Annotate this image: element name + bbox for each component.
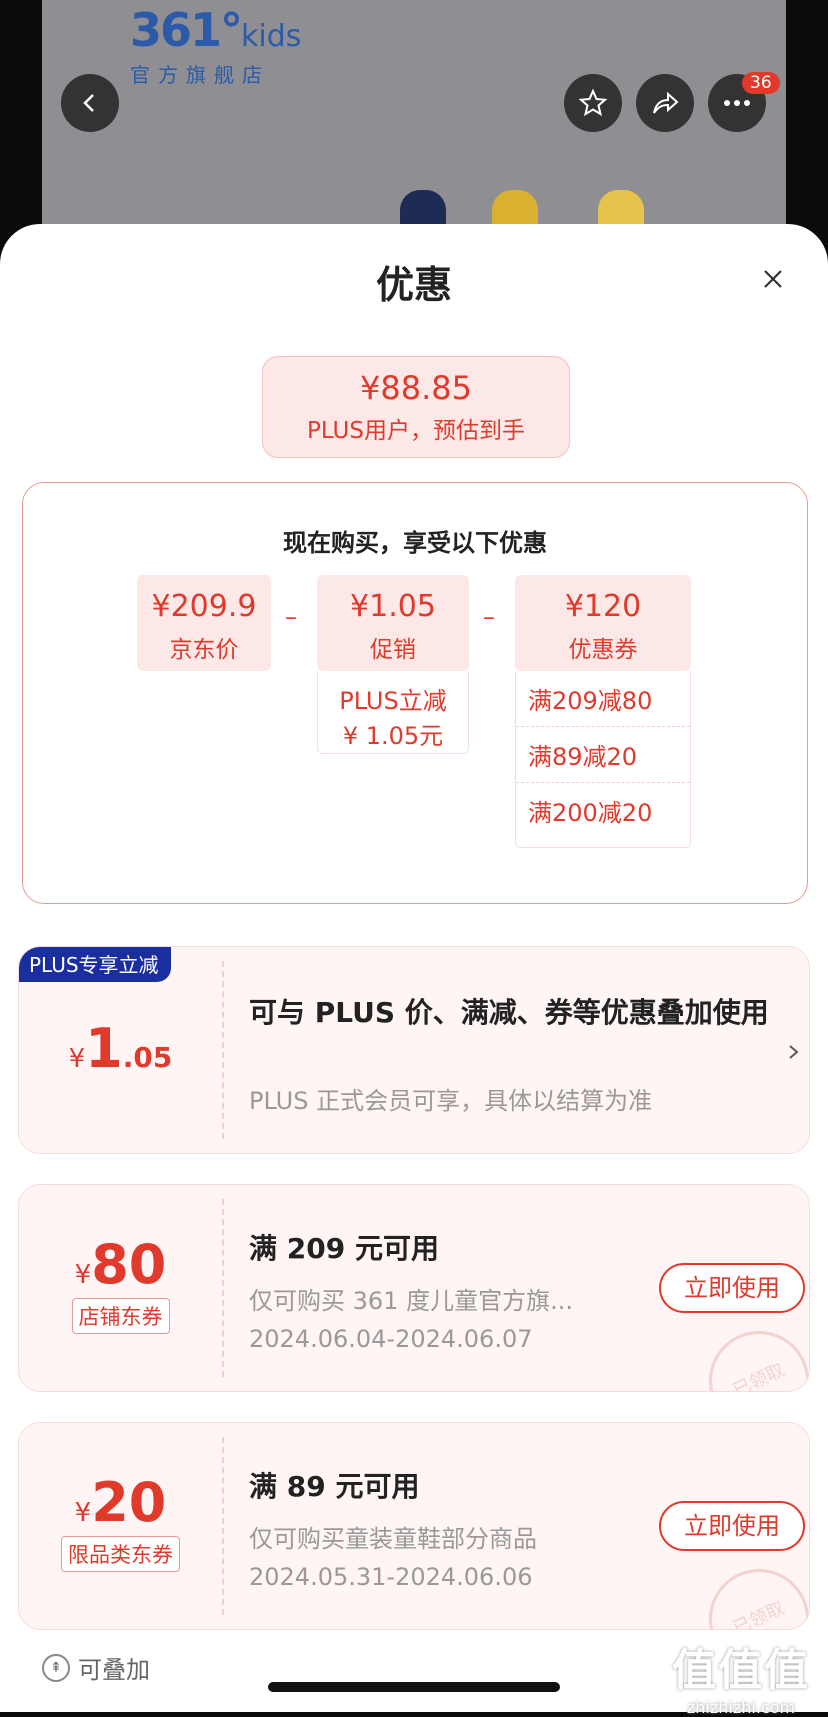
coupon-card: ¥80 店铺东券 满 209 元可用 仅可购买 361 度儿童官方旗... 20… [18,1184,810,1392]
currency-symbol: ¥ [68,1044,86,1074]
coupon-validity: 2024.06.04-2024.06.07 [249,1325,533,1353]
breakdown-heading: 现在购买，享受以下优惠 [283,529,547,557]
card-divider [222,1437,224,1615]
coupon-amount: ¥20 限品类东券 [19,1471,222,1572]
coupon-scope: 仅可购买 361 度儿童官方旗... [249,1287,573,1315]
use-now-button[interactable]: 立即使用 [659,1501,805,1551]
watermark-url: zhizhizhi.com [686,1698,796,1717]
back-button[interactable] [61,74,119,132]
coupon-tile: ¥120 优惠券 [515,575,691,671]
coupon-list-item: 满89减20 [516,727,690,783]
coupon-amount: ¥80 店铺东券 [19,1233,222,1334]
sheet-title: 优惠 [375,263,452,307]
watermark: 值值值 zhizhizhi.com [672,1634,810,1717]
estimated-price-box: ¥88.85 PLUS用户，预估到手 [262,356,570,458]
amount-decimal: .05 [122,1041,173,1074]
estimated-price: ¥88.85 [360,369,472,407]
star-icon [578,88,608,117]
discount-sheet: 优惠 ¥88.85 PLUS用户，预估到手 现在购买，享受以下优惠 ¥209.9… [0,224,828,1712]
coupon-list-item: 满200减20 [528,799,653,827]
coupon-condition: 满 209 元可用 [249,1232,439,1265]
close-icon[interactable] [758,264,788,294]
promo-detail-line: PLUS立减 [339,687,447,715]
coupon-total-label: 优惠券 [568,637,638,663]
promo-detail: PLUS立减 ¥ 1.05元 [317,671,469,754]
share-button[interactable] [636,74,694,132]
favorite-button[interactable] [564,74,622,132]
plus-exclusive-tag: PLUS专享立减 [19,947,171,982]
coupon-type-tag: 限品类东券 [61,1536,180,1572]
card-subtitle: PLUS 正式会员可享，具体以结算为准 [249,1087,653,1115]
card-divider [222,961,224,1139]
coupon-card: ¥20 限品类东券 满 89 元可用 仅可购买童装童鞋部分商品 2024.05.… [18,1422,810,1630]
stack-icon: ⇞ [42,1653,70,1682]
claimed-stamp: 已领取 [692,1552,809,1629]
coupon-list: 满209减80 满89减20 满200减20 [515,671,691,848]
plus-discount-amount: ¥1.05 [19,1017,222,1080]
store-logo: 361°kids 官方旗舰店 [130,3,302,87]
coupon-type-tag: 店铺东券 [71,1298,170,1334]
jd-price-label: 京东价 [169,637,239,663]
amount-value: 80 [91,1233,167,1296]
coupon-validity: 2024.05.31-2024.06.06 [249,1563,533,1591]
jd-price-tile: ¥209.9 京东价 [137,575,271,671]
promo-value: ¥1.05 [350,589,436,624]
chevron-left-icon [83,94,94,112]
amount-value: 20 [91,1471,167,1534]
discount-breakdown: 现在购买，享受以下优惠 ¥209.9 京东价 – ¥1.05 促销 PLUS立减… [22,482,808,904]
amount-integer: 1 [85,1017,123,1080]
promo-label: 促销 [370,637,416,663]
currency-symbol: ¥ [74,1498,92,1528]
minus-sign: – [483,603,495,631]
jd-price-value: ¥209.9 [151,589,257,624]
currency-symbol: ¥ [74,1260,92,1290]
minus-sign: – [285,603,297,631]
stackable-label: 可叠加 [78,1656,150,1684]
watermark-logo: 值值值 [672,1645,810,1696]
claimed-stamp: 已领取 [692,1314,809,1391]
use-now-button[interactable]: 立即使用 [659,1263,805,1313]
plus-discount-card[interactable]: PLUS专享立减 ¥1.05 可与 PLUS 价、满减、券等优惠叠加使用 PLU… [18,946,810,1154]
card-divider [222,1199,224,1377]
promo-detail-amount: ¥ 1.05元 [342,722,444,750]
notification-badge: 36 [742,72,780,94]
coupon-list-item: 满209减80 [516,671,690,727]
share-icon [653,91,679,114]
coupon-scope: 仅可购买童装童鞋部分商品 [249,1525,537,1553]
promo-tile: ¥1.05 促销 [317,575,469,671]
more-dots-icon [724,100,750,106]
coupon-total-value: ¥120 [564,589,642,624]
stackable-hint: ⇞ 可叠加 [42,1650,150,1685]
estimated-price-label: PLUS用户，预估到手 [307,418,525,444]
chevron-right-icon[interactable] [787,1045,801,1059]
coupon-condition: 满 89 元可用 [249,1470,420,1503]
home-indicator [268,1682,560,1692]
card-title: 可与 PLUS 价、满减、券等优惠叠加使用 [249,996,769,1029]
